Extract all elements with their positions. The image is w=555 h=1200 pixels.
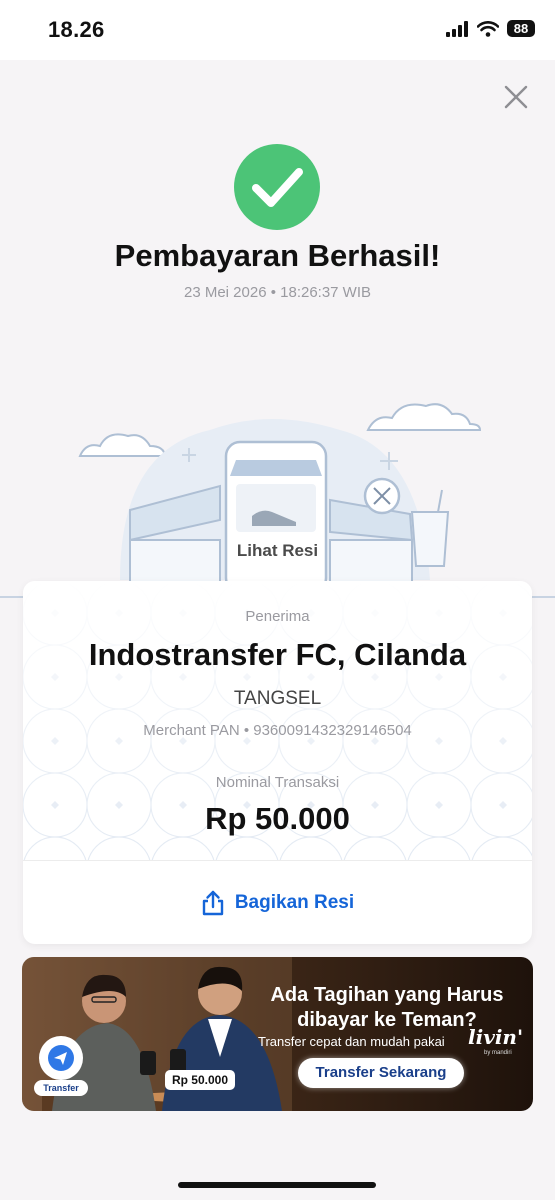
promo-banner[interactable]: Transfer Rp 50.000 Ada Tagihan yang Haru…: [22, 957, 533, 1111]
home-indicator[interactable]: [178, 1182, 376, 1188]
receipt-card: Penerima Indostransfer FC, Cilanda TANGS…: [23, 581, 532, 944]
amount-chip: Rp 50.000: [165, 1070, 235, 1090]
banner-title-line1: Ada Tagihan yang Harus: [270, 984, 504, 1006]
transaction-amount: Rp 50.000: [205, 801, 350, 836]
share-receipt-button[interactable]: Bagikan Resi: [23, 861, 532, 944]
status-bar: 18.26 88: [0, 0, 555, 60]
check-circle-icon: [234, 144, 320, 230]
close-icon[interactable]: [503, 84, 529, 110]
signal-icon: [446, 20, 468, 37]
share-receipt-label: Bagikan Resi: [234, 891, 355, 913]
merchant-pan: Merchant PAN • 936009143232914650​4: [143, 722, 412, 739]
recipient-city: TANGSEL: [233, 688, 322, 709]
recipient-label: Penerima: [245, 608, 310, 625]
send-icon: [48, 1045, 74, 1071]
transfer-badge: [39, 1036, 83, 1080]
recipient-name: Indostransfer FC, Cilanda: [88, 637, 467, 672]
amount-label: Nominal Transaksi: [215, 774, 340, 791]
page-title: Pembayaran Berhasil!: [114, 238, 441, 273]
status-icons: 88: [445, 20, 535, 37]
store-illustration: [0, 403, 555, 598]
view-receipt-link[interactable]: Lihat Resi: [0, 541, 555, 561]
transaction-datetime: 23 Mei 2026 • 18:26:37 WIB: [183, 284, 372, 301]
share-icon: [202, 890, 224, 915]
livin-logo: livin': [468, 1025, 524, 1049]
mandiri-logo: by mandiri: [484, 1050, 512, 1056]
battery-icon: 88: [507, 20, 535, 37]
transfer-label: Transfer: [34, 1080, 88, 1096]
banner-subtitle: Transfer cepat dan mudah pakai: [258, 1034, 445, 1049]
status-time: 18.26: [48, 17, 105, 42]
wifi-icon: [477, 20, 499, 37]
transfer-now-button[interactable]: Transfer Sekarang: [298, 1058, 464, 1088]
